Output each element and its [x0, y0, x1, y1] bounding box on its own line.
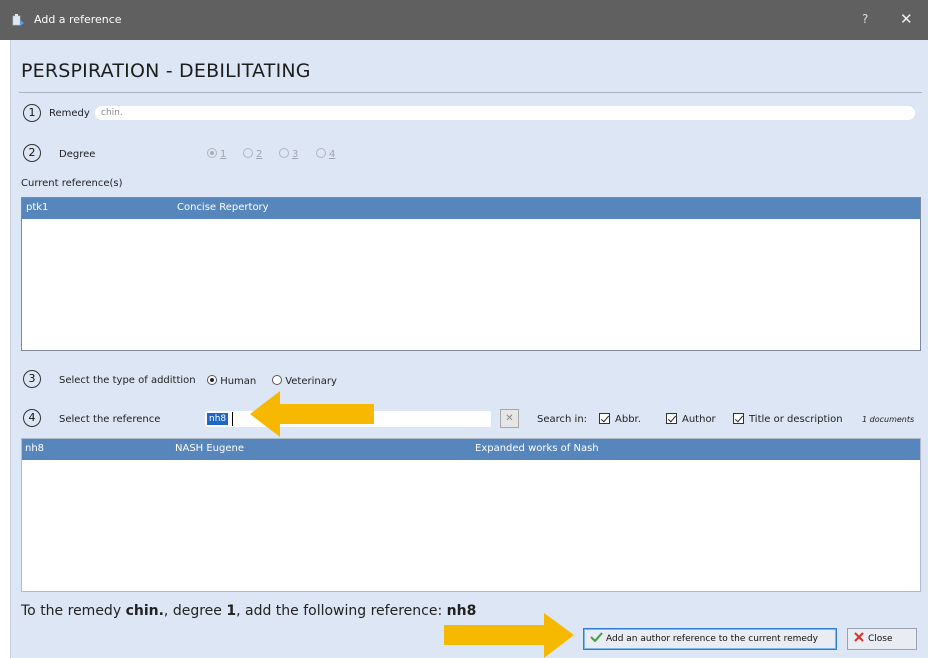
reference-results-table[interactable]: nh8 NASH Eugene Expanded works of Nash: [21, 438, 921, 592]
step-2-badge: 2: [23, 144, 41, 162]
degree-option-2[interactable]: 2: [243, 148, 262, 160]
type-option-veterinary[interactable]: Veterinary: [272, 375, 337, 387]
result-abbr: nh8: [25, 443, 45, 454]
type-label: Select the type of addittion: [59, 375, 196, 386]
current-ref-abbr: ptk1: [26, 202, 49, 213]
degree-1-radio-icon: [207, 148, 217, 158]
step-3-badge: 3: [23, 370, 41, 388]
reference-search-selected-text: nh8: [207, 413, 229, 425]
result-author: NASH Eugene: [175, 443, 245, 454]
close-button[interactable]: Close: [847, 628, 917, 650]
clear-search-button[interactable]: ✕: [500, 409, 519, 428]
reference-label: Select the reference: [59, 414, 161, 425]
checkmark-icon: [590, 632, 603, 643]
summary-degree: 1: [226, 603, 237, 619]
add-reference-button[interactable]: Add an author reference to the current r…: [583, 628, 837, 650]
remedy-label: Remedy: [49, 108, 90, 119]
heading-divider: [19, 92, 922, 93]
checkbox-author[interactable]: Author: [666, 413, 716, 425]
rubric-heading: PERSPIRATION - DEBILITATING: [21, 60, 311, 82]
degree-3-radio-icon: [279, 148, 289, 158]
search-in-label: Search in:: [537, 414, 588, 425]
step-1-badge: 1: [23, 104, 41, 122]
degree-option-3[interactable]: 3: [279, 148, 298, 160]
dialog-body: PERSPIRATION - DEBILITATING 1 Remedy 2 D…: [10, 40, 928, 658]
remedy-input[interactable]: [95, 106, 915, 120]
degree-option-1[interactable]: 1: [207, 148, 226, 160]
window-title: Add a reference: [34, 13, 122, 26]
degree-label: Degree: [59, 149, 96, 160]
checkbox-title-description[interactable]: Title or description: [733, 413, 843, 425]
title-bar: Add a reference ? ✕: [0, 0, 928, 40]
current-references-table[interactable]: ptk1 Concise Repertory: [21, 197, 921, 351]
summary-remedy: chin.: [125, 603, 164, 619]
current-references-label: Current reference(s): [21, 178, 123, 189]
app-icon: [12, 14, 24, 26]
degree-option-4[interactable]: 4: [316, 148, 335, 160]
arrow-right-icon: [444, 613, 574, 658]
current-ref-title: Concise Repertory: [177, 202, 269, 213]
window-close-icon[interactable]: ✕: [900, 10, 913, 28]
step-4-badge: 4: [23, 409, 41, 427]
document-count: 1 documents: [862, 415, 915, 424]
text-caret: [232, 412, 233, 426]
type-option-human[interactable]: Human: [207, 375, 256, 387]
author-checkbox-icon: [666, 413, 677, 424]
veterinary-radio-icon: [272, 375, 282, 385]
close-icon: [854, 632, 864, 642]
title-checkbox-icon: [733, 413, 744, 424]
abbr-checkbox-icon: [599, 413, 610, 424]
checkbox-abbr[interactable]: Abbr.: [599, 413, 641, 425]
result-title: Expanded works of Nash: [475, 443, 599, 454]
degree-4-radio-icon: [316, 148, 326, 158]
current-reference-row[interactable]: ptk1 Concise Repertory: [22, 198, 920, 219]
arrow-left-icon: [250, 391, 374, 437]
summary-text: To the remedy chin., degree 1, add the f…: [21, 603, 477, 619]
result-row[interactable]: nh8 NASH Eugene Expanded works of Nash: [22, 439, 920, 460]
degree-2-radio-icon: [243, 148, 253, 158]
human-radio-icon: [207, 375, 217, 385]
help-button[interactable]: ?: [862, 12, 868, 26]
